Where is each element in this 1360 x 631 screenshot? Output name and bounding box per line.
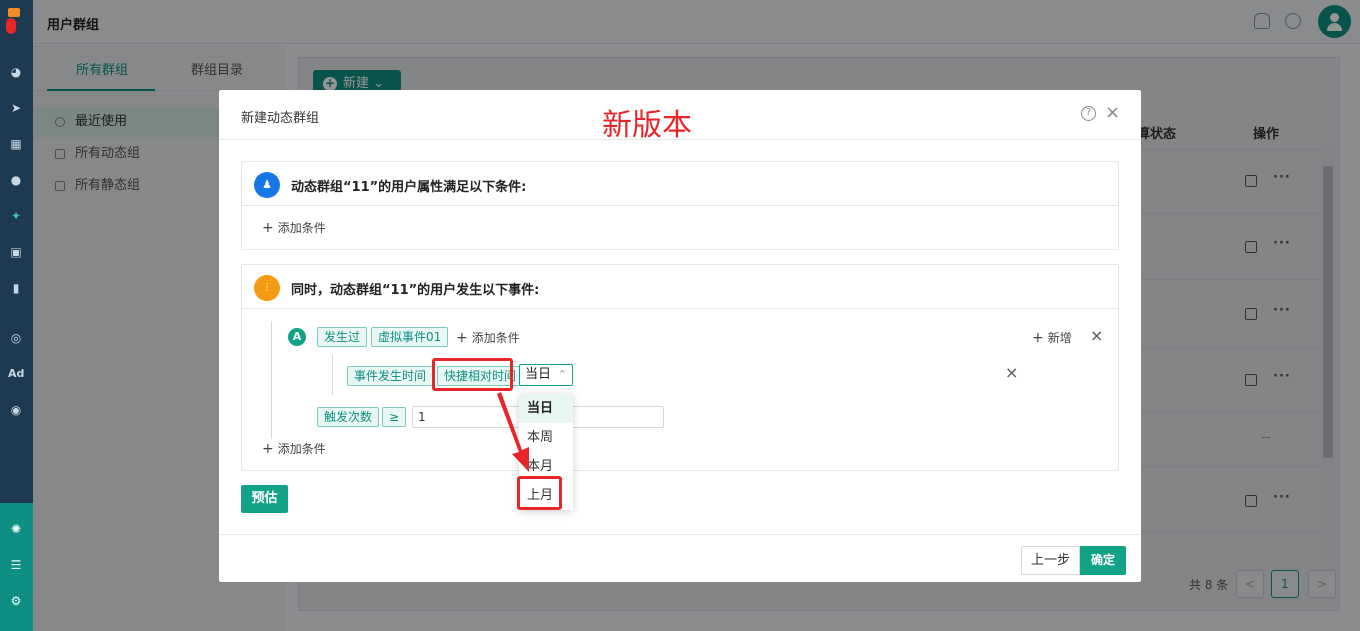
close-icon[interactable]: × bbox=[1105, 102, 1120, 123]
previous-step-button[interactable]: 上一步 bbox=[1021, 546, 1080, 575]
remove-rule-icon[interactable]: × bbox=[1090, 326, 1103, 345]
rule-badge: A bbox=[288, 328, 306, 346]
help-icon[interactable]: ? bbox=[1081, 106, 1096, 121]
app-logo-icon bbox=[6, 8, 20, 34]
annotation-highlight-quick-time bbox=[432, 358, 513, 391]
attribute-conditions-section: ♟ 动态群组“11”的用户属性满足以下条件: 添加条件 bbox=[241, 161, 1119, 250]
estimate-button[interactable]: 预估 bbox=[241, 485, 288, 513]
confirm-button[interactable]: 确定 bbox=[1080, 546, 1126, 575]
settings-icon[interactable]: ⚙ bbox=[8, 593, 24, 609]
dashboard-icon[interactable]: ◕ bbox=[8, 64, 24, 80]
user-attribute-icon: ♟ bbox=[254, 172, 280, 198]
time-range-select[interactable]: 当日 ⌃ bbox=[519, 364, 573, 386]
remove-time-condition-icon[interactable]: × bbox=[1005, 363, 1018, 382]
sub-tree-line bbox=[332, 355, 333, 395]
wechat-icon[interactable]: ◎ bbox=[8, 330, 24, 346]
ad-icon[interactable]: Ad bbox=[8, 366, 24, 382]
trigger-count-select[interactable]: 触发次数 bbox=[317, 407, 380, 427]
add-new-rule-button[interactable]: 新增 bbox=[1032, 329, 1072, 346]
section-header: ♟ 动态群组“11”的用户属性满足以下条件: bbox=[242, 162, 1118, 206]
bookmark-icon[interactable]: ▣ bbox=[8, 244, 24, 260]
annotation-arrow-icon bbox=[497, 392, 529, 472]
event-filter-icon: ⫶ bbox=[254, 275, 280, 301]
new-dynamic-group-modal: 新建动态群组 新版本 ? × ♟ 动态群组“11”的用户属性满足以下条件: 添加… bbox=[219, 90, 1141, 582]
add-event-condition-button[interactable]: 添加条件 bbox=[456, 329, 520, 346]
rail-bottom-group: ✺ ☰ ⚙ bbox=[0, 503, 33, 631]
chevron-up-icon: ⌃ bbox=[557, 368, 567, 381]
modal-title: 新建动态群组 bbox=[241, 111, 320, 126]
occurred-select[interactable]: 发生过 bbox=[317, 327, 368, 347]
section-header: ⫶ 同时，动态群组“11”的用户发生以下事件: bbox=[242, 265, 1118, 309]
add-condition-bottom-button[interactable]: 添加条件 bbox=[262, 440, 326, 457]
layout-icon[interactable]: ▦ bbox=[8, 136, 24, 152]
target-icon[interactable]: ◉ bbox=[8, 402, 24, 418]
admin-icon[interactable]: ✺ bbox=[8, 521, 24, 537]
attribute-section-title: 动态群组“11”的用户属性满足以下条件: bbox=[291, 180, 527, 195]
event-conditions-section: ⫶ 同时，动态群组“11”的用户发生以下事件: A 发生过 虚拟事件01 添加条… bbox=[241, 264, 1119, 471]
user-icon[interactable]: ● bbox=[8, 172, 24, 188]
bar-chart-icon[interactable]: ▮ bbox=[8, 280, 24, 296]
event-time-select[interactable]: 事件发生时间 bbox=[347, 366, 434, 386]
event-select[interactable]: 虚拟事件01 bbox=[371, 327, 449, 347]
user-group-icon[interactable]: ✦ bbox=[8, 208, 24, 224]
left-nav-rail: ◕ ➤ ▦ ● ✦ ▣ ▮ ◎ Ad ◉ ✺ ☰ ⚙ bbox=[0, 0, 33, 631]
time-range-value: 当日 bbox=[525, 367, 552, 382]
version-annotation: 新版本 bbox=[602, 108, 692, 143]
modal-footer: 上一步 确定 bbox=[219, 534, 1141, 582]
add-attribute-condition-button[interactable]: 添加条件 bbox=[262, 219, 326, 236]
event-section-title: 同时，动态群组“11”的用户发生以下事件: bbox=[291, 283, 540, 298]
annotation-highlight-last-month bbox=[517, 476, 562, 510]
rule-tree-line bbox=[271, 321, 272, 439]
operator-select[interactable]: ≥ bbox=[382, 407, 407, 427]
modal-header: 新建动态群组 新版本 ? × bbox=[219, 90, 1141, 143]
send-icon[interactable]: ➤ bbox=[8, 100, 24, 116]
database-icon[interactable]: ☰ bbox=[8, 557, 24, 573]
